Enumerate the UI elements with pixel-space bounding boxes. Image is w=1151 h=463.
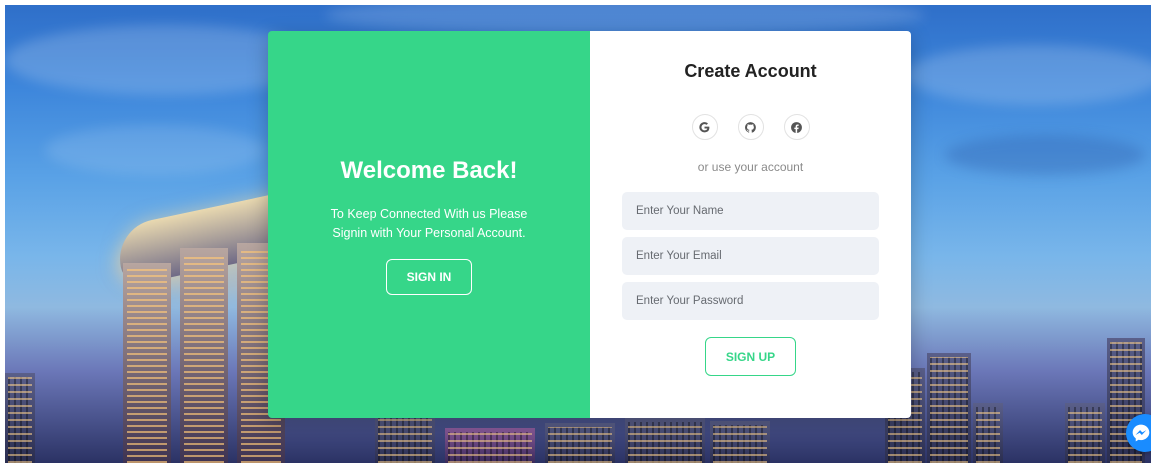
social-login-row xyxy=(691,114,810,140)
tower xyxy=(123,263,171,463)
facebook-icon xyxy=(791,121,802,133)
create-account-title: Create Account xyxy=(684,61,817,81)
building xyxy=(545,423,615,463)
facebook-login-button[interactable] xyxy=(783,114,810,140)
sign-in-button[interactable]: SIGN IN xyxy=(386,259,472,295)
password-input[interactable] xyxy=(622,282,879,320)
github-icon xyxy=(745,121,756,133)
email-input[interactable] xyxy=(622,237,879,275)
auth-card: Welcome Back! To Keep Connected With us … xyxy=(268,31,911,418)
messenger-icon xyxy=(1132,424,1150,442)
welcome-message: To Keep Connected With us Please Signin … xyxy=(330,207,528,240)
building xyxy=(625,418,705,463)
github-login-button[interactable] xyxy=(737,114,764,140)
google-login-button[interactable] xyxy=(691,114,718,140)
welcome-panel: Welcome Back! To Keep Connected With us … xyxy=(268,31,590,418)
building xyxy=(927,353,971,463)
building xyxy=(973,403,1003,463)
tower xyxy=(180,248,228,463)
welcome-title: Welcome Back! xyxy=(340,157,518,184)
name-input[interactable] xyxy=(622,192,879,230)
building xyxy=(375,413,435,463)
signup-panel: Create Account or use your account Enter… xyxy=(590,31,911,418)
sign-up-button[interactable]: SIGN UP xyxy=(705,337,796,376)
building xyxy=(5,373,35,463)
building xyxy=(445,428,535,463)
alt-login-text: or use your account xyxy=(697,160,804,174)
building xyxy=(710,421,770,463)
google-icon xyxy=(699,121,710,132)
building xyxy=(1065,403,1105,463)
